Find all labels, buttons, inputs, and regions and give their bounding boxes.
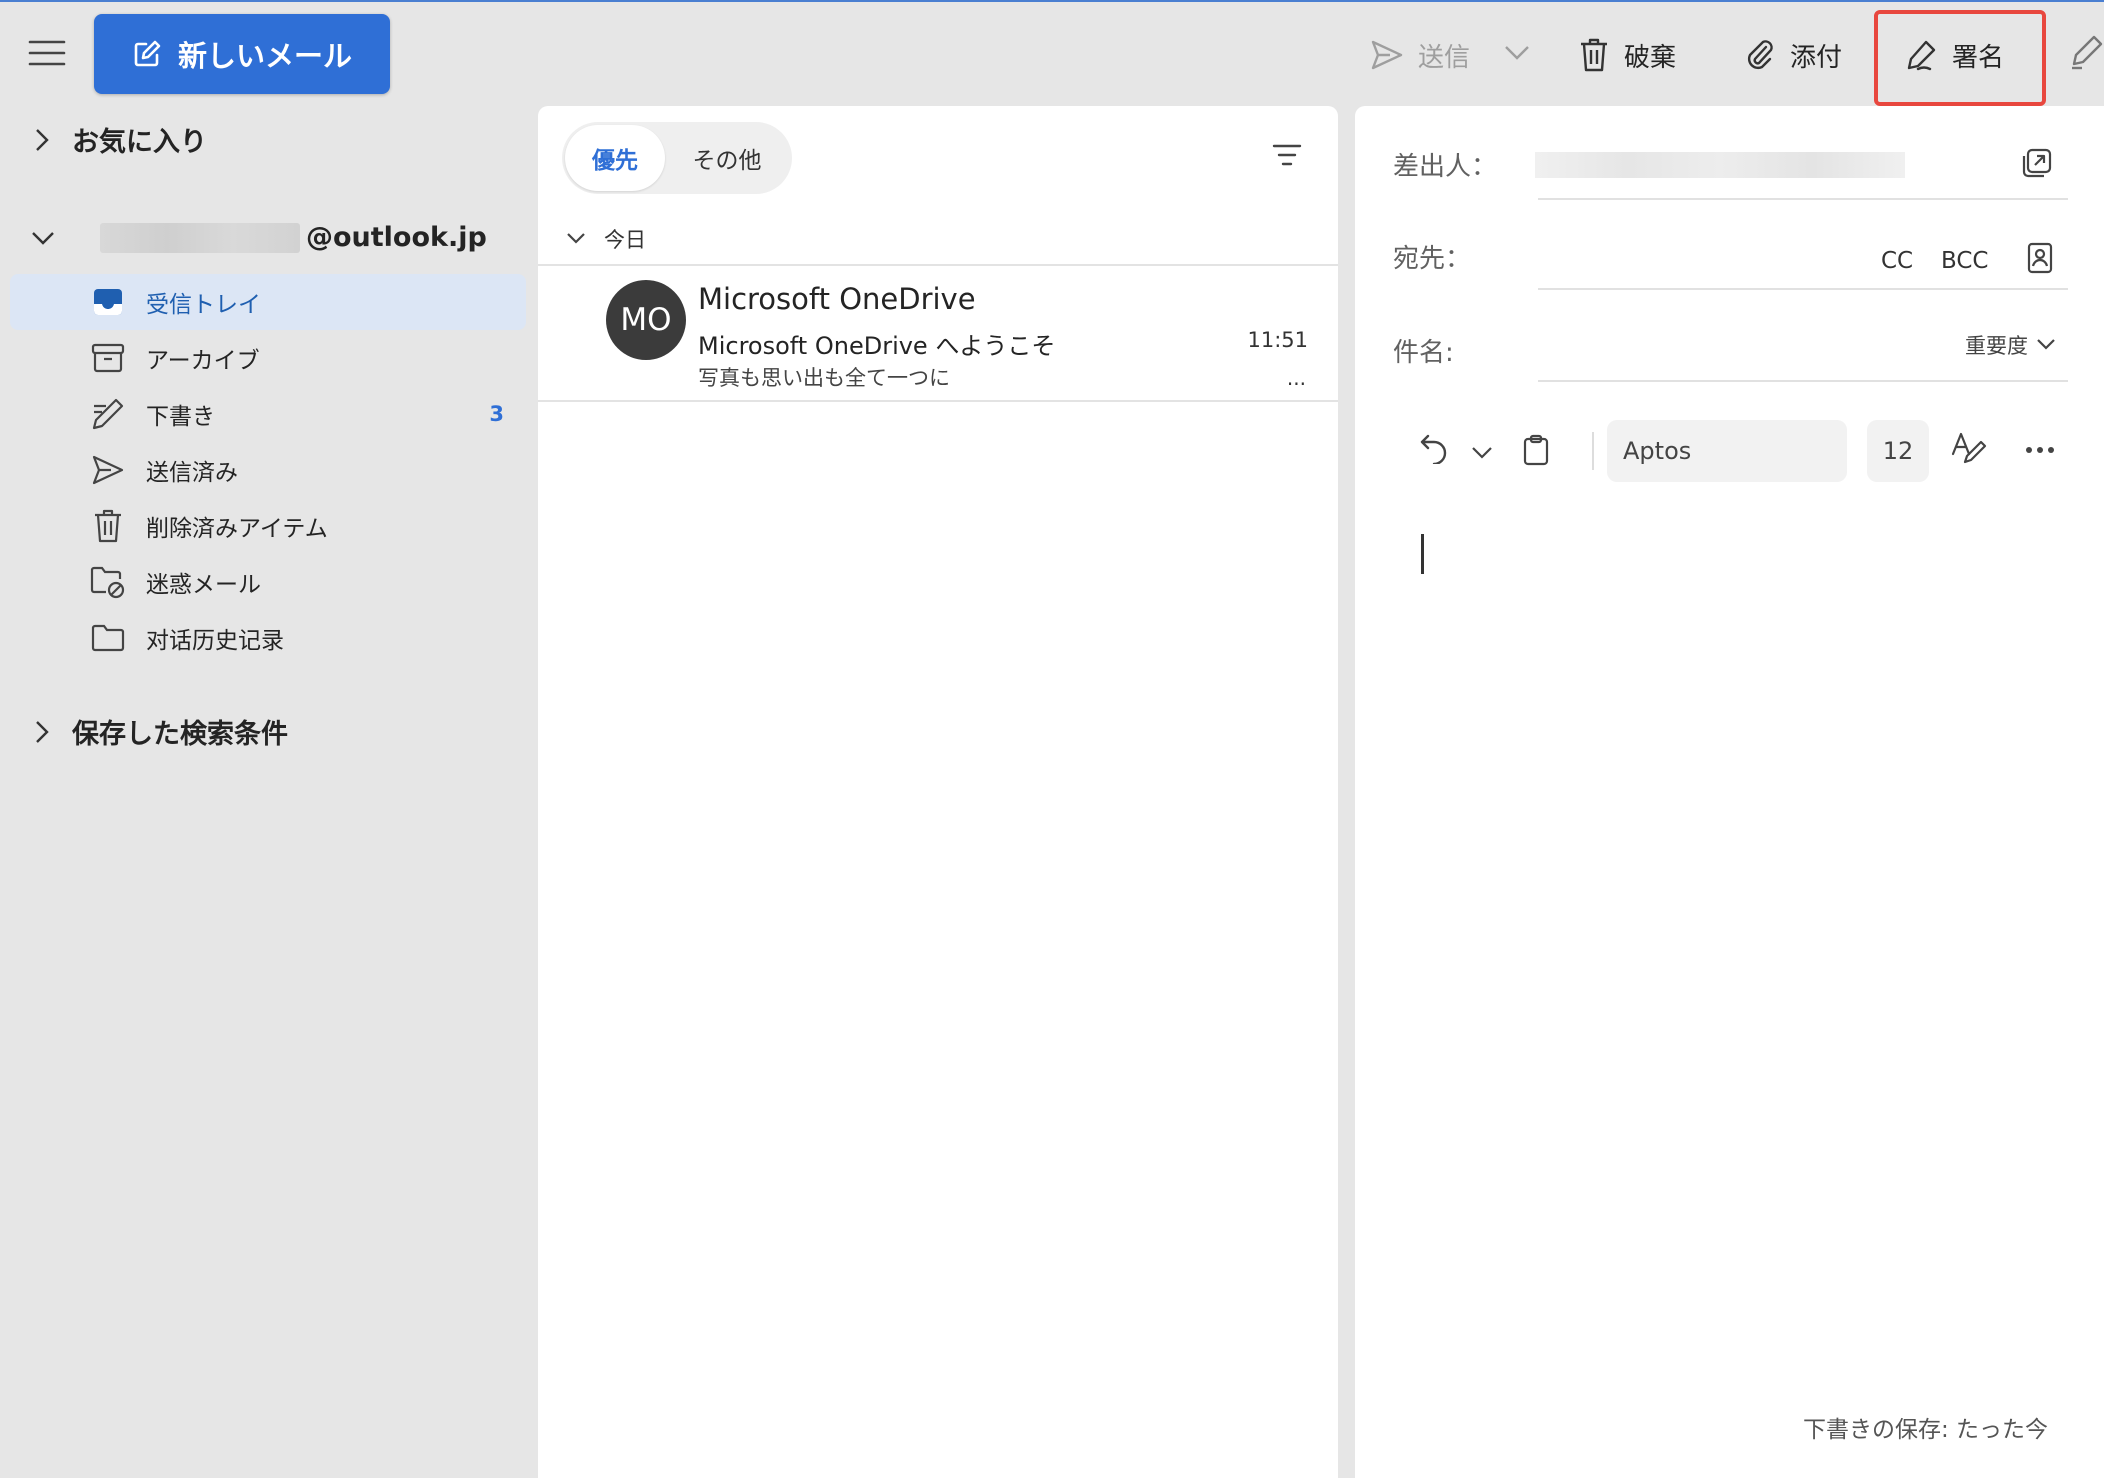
pop-out-icon[interactable] [2022, 148, 2052, 178]
account-name-redacted [100, 222, 300, 253]
more-options-icon[interactable] [2025, 446, 2055, 454]
to-label: 宛先： [1393, 244, 1472, 274]
folder-label: 受信トレイ [146, 292, 261, 318]
undo-options-chevron-down-icon[interactable] [1471, 446, 1493, 460]
attach-label: 添付 [1790, 42, 1843, 73]
subject-label: 件名: [1393, 338, 1454, 368]
inbox-pivot: 優先 その他 [562, 122, 792, 194]
subject-field[interactable] [1538, 318, 1838, 378]
folder-drafts[interactable]: 下書き 3 [10, 386, 526, 442]
draw-pen-icon[interactable] [2068, 34, 2104, 70]
inbox-icon [88, 282, 128, 322]
send-options-chevron-down-icon[interactable] [1504, 44, 1530, 62]
saved-searches-section[interactable]: 保存した検索条件 [34, 712, 288, 751]
font-size-box[interactable]: 12 [1867, 420, 1929, 482]
importance-dropdown[interactable]: 重要度 [1965, 330, 2056, 360]
from-divider [1538, 198, 2068, 200]
folder-deleted[interactable]: 削除済みアイテム [10, 498, 526, 554]
compose-icon [132, 39, 162, 69]
send-label: 送信 [1418, 42, 1471, 73]
tab-focused[interactable]: 優先 [565, 125, 665, 191]
saved-searches-label: 保存した検索条件 [72, 719, 288, 750]
message-preview: 写真も思い出も全て一つに [698, 366, 950, 390]
trash-icon [1578, 37, 1610, 73]
archive-icon [88, 338, 128, 378]
account-section[interactable]: @outlook.jp [30, 222, 487, 253]
folder-label: 对话历史记录 [146, 628, 284, 654]
folder-sent[interactable]: 送信済み [10, 442, 526, 498]
folder-junk[interactable]: 迷惑メール [10, 554, 526, 610]
from-label: 差出人： [1393, 152, 1498, 182]
folder-label: 下書き [146, 404, 215, 430]
message-list-pane: 優先 その他 今日 MO Microsoft OneDrive Microsof… [538, 106, 1338, 1478]
compose-pane: 差出人： 宛先： CC BCC 件名: 重要度 Aptos 12 下書きの保存:… [1355, 106, 2104, 1478]
group-label: 今日 [604, 228, 646, 252]
folder-conversation-history[interactable]: 对话历史记录 [10, 610, 526, 666]
message-sender: Microsoft OneDrive [698, 282, 976, 316]
folder-label: 迷惑メール [146, 572, 261, 598]
clipboard-icon[interactable] [1523, 434, 1549, 466]
message-more[interactable]: ... [1287, 366, 1306, 390]
chevron-right-icon [34, 719, 50, 745]
text-caret [1421, 534, 1424, 574]
cc-button[interactable]: CC [1881, 248, 1913, 274]
avatar: MO [606, 280, 686, 360]
trash-icon [88, 506, 128, 546]
junk-icon [88, 562, 128, 602]
importance-label: 重要度 [1965, 334, 2028, 358]
message-subject: Microsoft OneDrive へようこそ [698, 332, 1056, 360]
group-header-today[interactable]: 今日 [566, 224, 646, 254]
discard-button[interactable]: 破棄 [1578, 28, 1676, 82]
draft-icon [88, 394, 128, 434]
folder-icon [88, 618, 128, 658]
toolbar-separator [1592, 432, 1594, 470]
send-button[interactable]: 送信 [1370, 28, 1470, 82]
chevron-down-icon [2036, 338, 2056, 352]
address-book-icon[interactable] [2027, 242, 2053, 274]
subject-divider [1538, 380, 2068, 382]
message-body-editor[interactable] [1395, 506, 2075, 1386]
send-icon [1370, 38, 1404, 72]
menu-icon[interactable] [28, 40, 66, 66]
attach-button[interactable]: 添付 [1744, 28, 1842, 82]
bcc-button[interactable]: BCC [1941, 248, 1989, 274]
font-name-box[interactable]: Aptos [1607, 420, 1847, 482]
unread-count-badge: 3 [489, 402, 504, 426]
filter-icon[interactable] [1272, 144, 1302, 166]
signature-highlight-box [1874, 10, 2046, 106]
new-mail-button[interactable]: 新しいメール [94, 14, 390, 94]
account-email-suffix: @outlook.jp [306, 222, 487, 253]
folder-inbox[interactable]: 受信トレイ [10, 274, 526, 330]
draft-saved-status: 下書きの保存: たった今 [1802, 1417, 2048, 1443]
folder-label: 削除済みアイテム [146, 516, 328, 542]
favorites-section[interactable]: お気に入り [34, 120, 207, 159]
undo-icon[interactable] [1419, 432, 1449, 464]
folder-label: アーカイブ [146, 348, 260, 374]
message-time: 11:51 [1247, 328, 1308, 352]
discard-label: 破棄 [1624, 42, 1677, 73]
to-field[interactable] [1538, 226, 1838, 286]
folder-label: 送信済み [146, 460, 238, 486]
message-row[interactable]: MO Microsoft OneDrive Microsoft OneDrive… [538, 266, 1338, 406]
folder-archive[interactable]: アーカイブ [10, 330, 526, 386]
from-address-redacted[interactable] [1535, 152, 1905, 178]
chevron-down-icon [566, 232, 586, 246]
top-accent-line [0, 0, 2104, 2]
tab-other[interactable]: その他 [665, 125, 789, 191]
chevron-right-icon [34, 127, 50, 153]
divider [538, 400, 1338, 402]
format-painter-icon[interactable] [1951, 432, 1987, 466]
new-mail-label: 新しいメール [177, 39, 352, 73]
paperclip-icon [1744, 38, 1776, 72]
chevron-down-icon [30, 230, 56, 246]
sent-icon [88, 450, 128, 490]
favorites-label: お気に入り [72, 127, 207, 158]
to-divider [1538, 288, 2068, 290]
